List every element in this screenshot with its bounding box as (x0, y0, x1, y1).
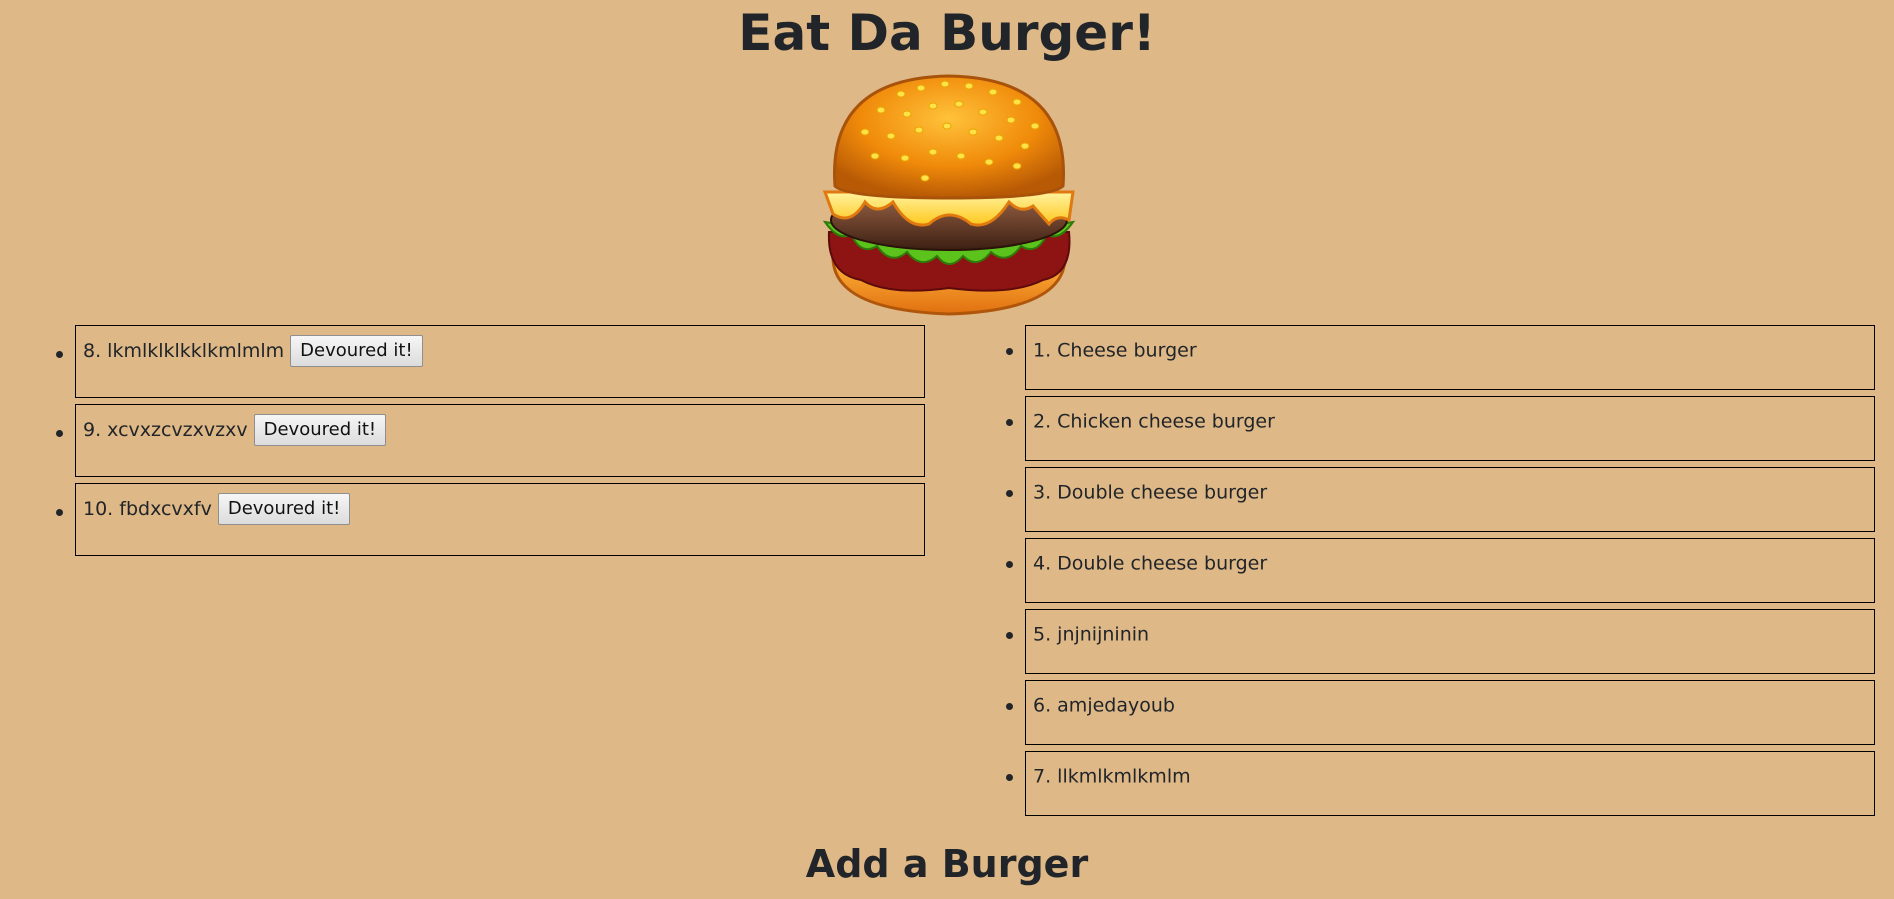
list-item: 2. Chicken cheese burger (1006, 396, 1875, 461)
devour-button[interactable]: Devoured it! (290, 335, 423, 367)
devoured-burger-list: 1. Cheese burger 2. Chicken cheese burge… (950, 325, 1880, 822)
list-item: 3. Double cheese burger (1006, 467, 1875, 532)
list-item: 9. xcvxzcvzxvzxv Devoured it! (56, 404, 925, 477)
list-item: 5. jnjnijninin (1006, 609, 1875, 674)
burger-icon (822, 74, 1076, 316)
burger-name: 7. llkmlkmlkmlm (1033, 765, 1191, 788)
burger-name: 1. Cheese burger (1033, 339, 1197, 362)
burger-name: 5. jnjnijninin (1033, 623, 1150, 646)
burger-name: 10. fbdxcvxfv (83, 498, 212, 520)
bullet-icon (56, 351, 63, 358)
list-item: 10. fbdxcvxfv Devoured it! (56, 483, 925, 556)
bullet-icon (1006, 561, 1013, 568)
bullet-icon (1006, 419, 1013, 426)
burger-name: 6. amjedayoub (1033, 694, 1175, 717)
list-item: 7. llkmlkmlkmlm (1006, 751, 1875, 816)
page-title: Eat Da Burger! (738, 4, 1156, 62)
uneaten-burger-list: 8. lkmlklklkklkmlmlm Devoured it! 9. xcvx… (0, 325, 940, 562)
burger-name: 2. Chicken cheese burger (1033, 410, 1275, 433)
list-item: 6. amjedayoub (1006, 680, 1875, 745)
bullet-icon (56, 509, 63, 516)
bullet-icon (1006, 632, 1013, 639)
list-item: 8. lkmlklklkklkmlmlm Devoured it! (56, 325, 925, 398)
burger-name: 8. lkmlklklkklkmlmlm (83, 340, 285, 362)
bullet-icon (1006, 490, 1013, 497)
burger-name: 4. Double cheese burger (1033, 552, 1268, 575)
burger-name: 9. xcvxzcvzxvzxv (83, 419, 248, 441)
bullet-icon (56, 430, 63, 437)
bullet-icon (1006, 774, 1013, 781)
list-item: 1. Cheese burger (1006, 325, 1875, 390)
burger-name: 3. Double cheese burger (1033, 481, 1268, 504)
list-item: 4. Double cheese burger (1006, 538, 1875, 603)
page: Eat Da Burger! 8. lkmlklklkklkmlmlm Devo… (0, 0, 1894, 899)
devour-button[interactable]: Devoured it! (217, 493, 351, 525)
add-burger-heading: Add a Burger (805, 842, 1089, 886)
bullet-icon (1006, 348, 1013, 355)
bullet-icon (1006, 703, 1013, 710)
devour-button[interactable]: Devoured it! (253, 414, 387, 446)
